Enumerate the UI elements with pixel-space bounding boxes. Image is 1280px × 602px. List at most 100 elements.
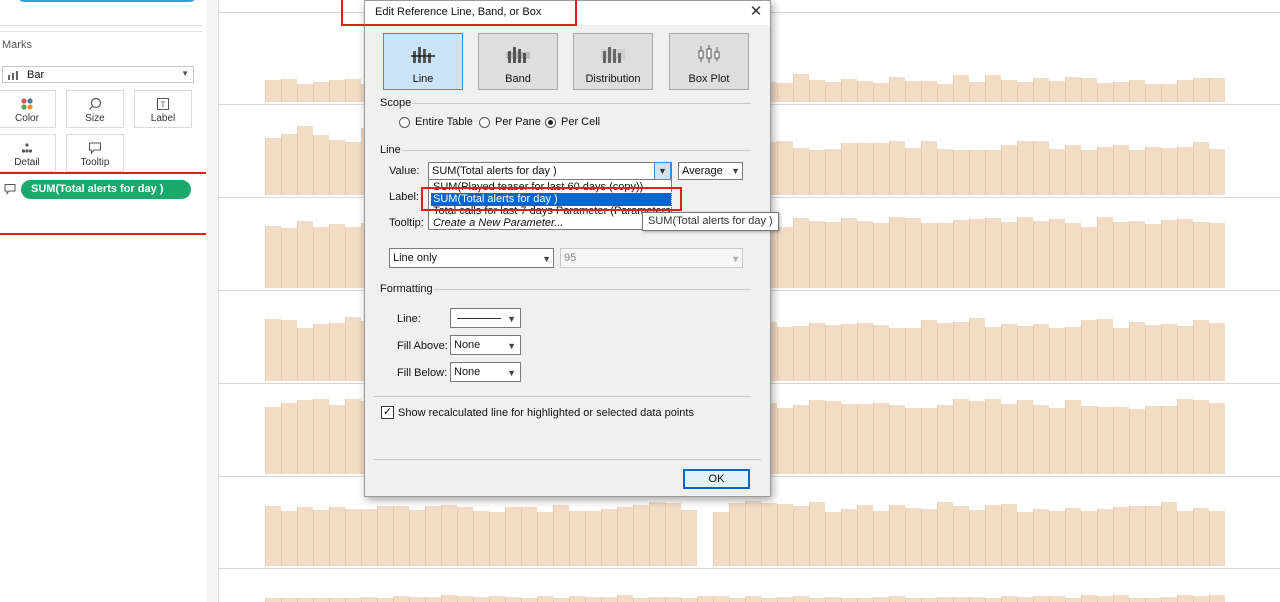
bar-mark[interactable]	[969, 219, 985, 288]
bar-mark[interactable]	[1033, 221, 1049, 288]
bar-mark[interactable]	[329, 506, 345, 566]
bar-mark[interactable]	[857, 322, 873, 381]
bar-mark[interactable]	[905, 147, 921, 195]
bar-mark[interactable]	[297, 327, 313, 381]
bar-mark[interactable]	[1129, 149, 1145, 195]
bar-mark[interactable]	[281, 227, 297, 288]
bar-mark[interactable]	[889, 217, 905, 288]
bar-mark[interactable]	[1033, 404, 1049, 474]
bar-mark[interactable]	[761, 598, 777, 602]
bar-mark[interactable]	[921, 508, 937, 566]
bar-mark[interactable]	[841, 142, 857, 195]
bar-mark[interactable]	[873, 324, 889, 381]
bar-mark[interactable]	[585, 511, 601, 566]
bar-mark[interactable]	[1033, 596, 1049, 602]
bar-mark[interactable]	[345, 226, 361, 288]
bar-mark[interactable]	[841, 323, 857, 381]
bar-mark[interactable]	[873, 83, 889, 102]
bar-mark[interactable]	[1113, 506, 1129, 566]
bar-mark[interactable]	[889, 140, 905, 195]
bar-mark[interactable]	[1177, 80, 1193, 102]
bar-mark[interactable]	[873, 143, 889, 195]
bar-mark[interactable]	[473, 597, 489, 602]
bar-mark[interactable]	[1017, 82, 1033, 102]
bar-mark[interactable]	[969, 401, 985, 474]
bar-mark[interactable]	[1193, 77, 1209, 102]
bar-mark[interactable]	[313, 510, 329, 566]
bar-mark[interactable]	[1209, 511, 1225, 566]
bar-mark[interactable]	[841, 508, 857, 566]
bar-mark[interactable]	[1065, 76, 1081, 102]
bar-mark[interactable]	[793, 595, 809, 602]
bar-mark[interactable]	[345, 399, 361, 474]
label-card[interactable]: T Label	[134, 90, 192, 128]
mark-type-dropdown[interactable]: Bar ▼	[2, 66, 194, 83]
bar-mark[interactable]	[1081, 594, 1097, 602]
recalculated-line-checkbox[interactable]: ✓	[381, 406, 394, 419]
bar-mark[interactable]	[1209, 148, 1225, 195]
bar-mark[interactable]	[601, 508, 617, 566]
bar-mark[interactable]	[969, 149, 985, 195]
scope-per-cell-radio[interactable]	[545, 117, 556, 128]
bar-mark[interactable]	[1097, 406, 1113, 474]
bar-mark[interactable]	[1097, 217, 1113, 288]
bar-mark[interactable]	[985, 598, 1001, 602]
bar-mark[interactable]	[777, 503, 793, 566]
bar-mark[interactable]	[1209, 595, 1225, 602]
type-distribution-button[interactable]: Distribution	[573, 33, 653, 90]
bar-mark[interactable]	[665, 502, 681, 566]
bar-mark[interactable]	[649, 501, 665, 566]
bar-mark[interactable]	[1065, 223, 1081, 288]
bar-mark[interactable]	[297, 507, 313, 566]
bar-mark[interactable]	[297, 597, 313, 602]
bar-mark[interactable]	[825, 401, 841, 474]
bar-mark[interactable]	[1065, 399, 1081, 474]
bar-mark[interactable]	[905, 327, 921, 381]
bar-mark[interactable]	[1081, 149, 1097, 195]
bar-mark[interactable]	[857, 142, 873, 195]
bar-mark[interactable]	[265, 137, 281, 195]
bar-mark[interactable]	[825, 511, 841, 566]
tooltip-card[interactable]: Tooltip	[66, 134, 124, 172]
bar-mark[interactable]	[1001, 221, 1017, 288]
bar-mark[interactable]	[1113, 145, 1129, 195]
bar-mark[interactable]	[441, 504, 457, 566]
bar-mark[interactable]	[1001, 595, 1017, 602]
bar-mark[interactable]	[1145, 325, 1161, 381]
bar-mark[interactable]	[1145, 83, 1161, 102]
bar-mark[interactable]	[1177, 325, 1193, 381]
bar-mark[interactable]	[1177, 398, 1193, 474]
bar-mark[interactable]	[793, 405, 809, 474]
bar-mark[interactable]	[953, 220, 969, 288]
bar-mark[interactable]	[937, 148, 953, 195]
bar-mark[interactable]	[985, 327, 1001, 381]
bar-mark[interactable]	[1017, 217, 1033, 288]
bar-mark[interactable]	[697, 595, 713, 602]
bar-mark[interactable]	[921, 141, 937, 195]
bar-mark[interactable]	[953, 322, 969, 381]
bar-mark[interactable]	[1145, 146, 1161, 195]
bar-mark[interactable]	[281, 78, 297, 102]
bar-mark[interactable]	[361, 597, 377, 602]
bar-mark[interactable]	[633, 504, 649, 566]
bar-mark[interactable]	[361, 509, 377, 566]
bar-mark[interactable]	[905, 507, 921, 566]
bar-mark[interactable]	[745, 595, 761, 602]
bar-mark[interactable]	[681, 598, 697, 602]
value-dropdown[interactable]: SUM(Total alerts for day ) ▼	[428, 162, 672, 180]
bar-mark[interactable]	[809, 598, 825, 602]
line-style-dropdown[interactable]: ▼	[450, 308, 521, 328]
bar-mark[interactable]	[457, 596, 473, 602]
bar-mark[interactable]	[1049, 327, 1065, 381]
bar-mark[interactable]	[1209, 223, 1225, 288]
bar-mark[interactable]	[1097, 318, 1113, 381]
bar-mark[interactable]	[553, 505, 569, 566]
bar-mark[interactable]	[937, 501, 953, 566]
bar-mark[interactable]	[889, 327, 905, 381]
bar-mark[interactable]	[1097, 83, 1113, 102]
bar-mark[interactable]	[1081, 320, 1097, 381]
bar-mark[interactable]	[265, 506, 281, 566]
bar-mark[interactable]	[633, 598, 649, 602]
create-parameter-option[interactable]: Create a New Parameter...	[431, 217, 671, 230]
bar-mark[interactable]	[1193, 400, 1209, 474]
